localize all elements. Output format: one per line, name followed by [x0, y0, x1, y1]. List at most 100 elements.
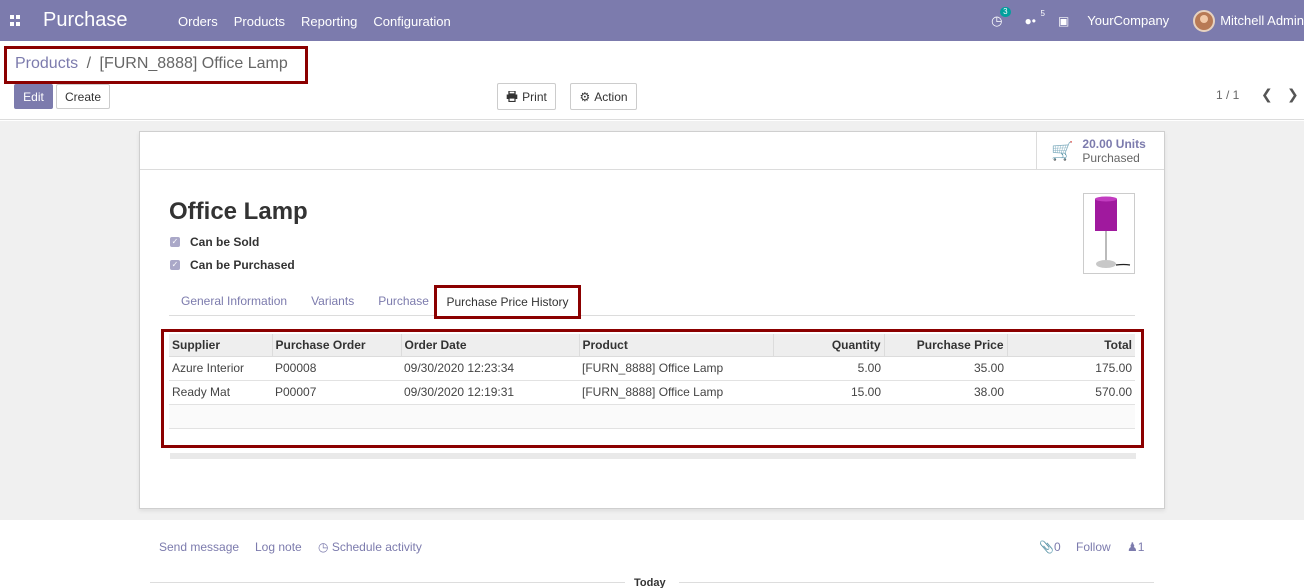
- cell-purchase-price: 35.00: [884, 356, 1007, 381]
- action-button[interactable]: ⚙ Action: [570, 83, 637, 110]
- comments-icon: ●•: [1024, 13, 1036, 28]
- cell-purchase-price: 38.00: [884, 380, 1007, 405]
- column-order-date[interactable]: Order Date: [401, 334, 580, 357]
- cell-supplier: Azure Interior: [169, 356, 272, 381]
- message-counter: 5: [1040, 8, 1045, 18]
- column-product[interactable]: Product: [579, 334, 774, 357]
- column-quantity[interactable]: Quantity: [773, 334, 885, 357]
- can-be-purchased-checkbox[interactable]: ✓ Can be Purchased: [170, 258, 295, 272]
- send-message-button[interactable]: Send message: [159, 540, 239, 554]
- menu-orders[interactable]: Orders: [170, 14, 226, 29]
- user-icon: ♟: [1127, 540, 1138, 554]
- tab-purchase[interactable]: Purchase: [366, 294, 441, 315]
- edit-button-label: Edit: [23, 89, 44, 104]
- attachments-button[interactable]: 📎0: [1039, 540, 1061, 554]
- followers-button[interactable]: ♟1: [1127, 540, 1144, 554]
- clock-icon: ◷: [318, 540, 329, 554]
- action-button-label: Action: [594, 89, 628, 104]
- notebook-tabs: General Information Variants Purchase Pu…: [169, 285, 1135, 319]
- top-navbar: Purchase Orders Products Reporting Confi…: [0, 0, 1304, 41]
- column-supplier[interactable]: Supplier: [169, 334, 273, 357]
- cell-total: 175.00: [1007, 356, 1135, 381]
- breadcrumb-separator: /: [86, 55, 92, 72]
- user-menu[interactable]: Mitchell Admin: [1193, 9, 1304, 32]
- cell-purchase-order: P00008: [272, 356, 401, 381]
- office-lamp-image: [1095, 196, 1131, 268]
- activity-menu[interactable]: ◷ 3: [991, 6, 1011, 29]
- can-be-sold-label: Can be Sold: [190, 235, 260, 249]
- pager-previous-icon[interactable]: ❮: [1261, 86, 1273, 103]
- cell-product: [FURN_8888] Office Lamp: [579, 380, 773, 405]
- paperclip-icon: 📎: [1039, 540, 1054, 554]
- checkbox-checked-icon: ✓: [170, 260, 180, 270]
- menu-reporting[interactable]: Reporting: [293, 14, 365, 29]
- create-button-label: Create: [64, 89, 102, 104]
- product-name: Office Lamp: [169, 198, 308, 225]
- column-purchase-order[interactable]: Purchase Order: [272, 334, 402, 357]
- print-icon: [506, 91, 518, 102]
- checkbox-checked-icon: ✓: [170, 237, 180, 247]
- edit-button[interactable]: Edit: [14, 84, 53, 109]
- cell-supplier: Ready Mat: [169, 380, 272, 405]
- create-button[interactable]: Create: [56, 84, 110, 109]
- cell-quantity: 15.00: [773, 380, 884, 405]
- chatter: Send message Log note ◷ Schedule activit…: [0, 520, 1304, 588]
- purchased-label: Purchased: [1082, 151, 1140, 165]
- activity-counter: 3: [1000, 6, 1011, 17]
- table-footer: [170, 453, 1136, 459]
- table-header-row: Supplier Purchase Order Order Date Produ…: [169, 334, 1135, 357]
- app-brand[interactable]: Purchase: [43, 9, 128, 32]
- followers-count: 1: [1137, 540, 1145, 554]
- schedule-activity-button[interactable]: ◷ Schedule activity: [318, 540, 422, 554]
- gift-menu[interactable]: ▣: [1058, 14, 1069, 28]
- breadcrumb-current: [FURN_8888] Office Lamp: [99, 55, 288, 72]
- column-purchase-price[interactable]: Purchase Price: [884, 334, 1008, 357]
- purchased-stat-button[interactable]: 🛒 20.00 Units Purchased: [1036, 132, 1164, 170]
- empty-row: [169, 404, 1135, 429]
- print-button-label: Print: [522, 89, 547, 104]
- menu-configuration[interactable]: Configuration: [365, 14, 458, 29]
- today-separator: Today: [634, 577, 666, 588]
- form-sheet: 🛒 20.00 Units Purchased Office Lamp ✓ Ca…: [139, 131, 1165, 509]
- cell-total: 570.00: [1007, 380, 1135, 405]
- form-view: 🛒 20.00 Units Purchased Office Lamp ✓ Ca…: [0, 121, 1304, 520]
- main-menu: Orders Products Reporting Configuration: [170, 14, 459, 29]
- menu-products[interactable]: Products: [226, 14, 293, 29]
- cell-order-date: 09/30/2020 12:23:34: [401, 356, 579, 381]
- log-note-button[interactable]: Log note: [255, 540, 302, 554]
- company-name: YourCompany: [1087, 13, 1170, 28]
- stat-button-text: 20.00 Units Purchased: [1082, 137, 1145, 165]
- tab-general-information[interactable]: General Information: [169, 294, 299, 315]
- divider: [679, 582, 1154, 583]
- can-be-sold-checkbox[interactable]: ✓ Can be Sold: [170, 235, 259, 249]
- tab-purchase-price-history[interactable]: Purchase Price History: [434, 285, 581, 319]
- gift-icon: ▣: [1057, 13, 1070, 28]
- user-avatar: [1193, 9, 1216, 32]
- tab-variants[interactable]: Variants: [299, 294, 366, 315]
- gear-icon: ⚙: [579, 89, 591, 104]
- shopping-cart-icon: 🛒: [1051, 140, 1074, 161]
- divider: [150, 582, 625, 583]
- apps-menu-icon[interactable]: [10, 15, 21, 26]
- purchased-value: 20.00 Units: [1082, 137, 1146, 151]
- schedule-activity-label: Schedule activity: [331, 540, 422, 554]
- table-row[interactable]: Ready Mat P00007 09/30/2020 12:19:31 [FU…: [169, 380, 1135, 405]
- pager-value: 1 / 1: [1216, 88, 1240, 102]
- follow-button[interactable]: Follow: [1076, 540, 1111, 554]
- attachments-count: 0: [1053, 540, 1061, 554]
- pager-next-icon[interactable]: ❯: [1287, 86, 1299, 103]
- messaging-menu[interactable]: ●• 5: [1024, 9, 1044, 28]
- print-button[interactable]: Print: [497, 83, 556, 110]
- purchase-history-table-highlight: Supplier Purchase Order Order Date Produ…: [161, 329, 1144, 448]
- purchase-history-table: Supplier Purchase Order Order Date Produ…: [169, 334, 1135, 429]
- breadcrumb-products-link[interactable]: Products: [15, 55, 78, 72]
- cell-order-date: 09/30/2020 12:19:31: [401, 380, 579, 405]
- company-switcher[interactable]: YourCompany: [1087, 13, 1169, 28]
- cell-purchase-order: P00007: [272, 380, 401, 405]
- cell-product: [FURN_8888] Office Lamp: [579, 356, 773, 381]
- product-image[interactable]: [1083, 193, 1135, 274]
- column-total[interactable]: Total: [1007, 334, 1135, 357]
- systray: ◷ 3 ●• 5 ▣ YourCompany Mitchell Admin: [991, 0, 1304, 41]
- breadcrumb: Products / [FURN_8888] Office Lamp: [4, 46, 308, 84]
- table-row[interactable]: Azure Interior P00008 09/30/2020 12:23:3…: [169, 356, 1135, 381]
